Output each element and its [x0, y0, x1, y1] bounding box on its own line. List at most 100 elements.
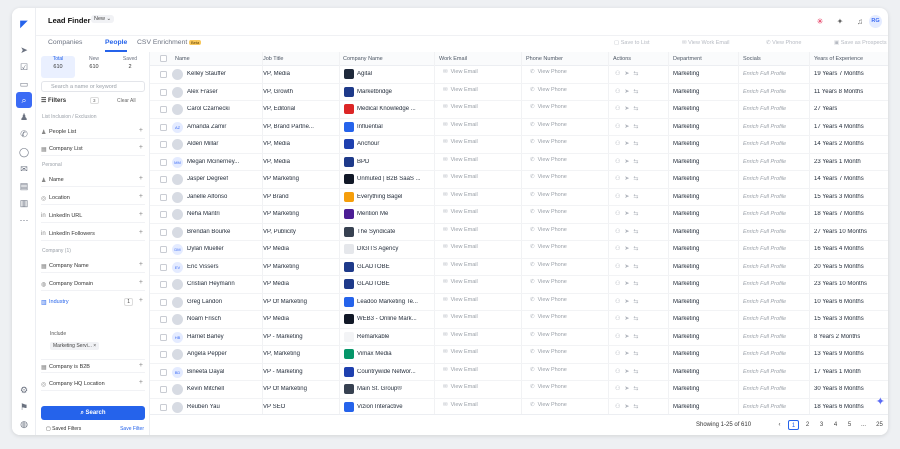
view-email-button[interactable]: ✉ View Email — [443, 209, 478, 219]
row-checkbox[interactable] — [160, 333, 167, 341]
person-name[interactable]: Kevin Mitchell — [187, 386, 259, 392]
add-icon[interactable]: + — [139, 297, 143, 304]
enrich-profile-link[interactable]: Enrich Full Profile — [743, 229, 786, 235]
table-row[interactable]: HB Harriet Barley VP - Marketing Remarkable… — [150, 329, 888, 346]
person-name[interactable]: Eric Vissers — [187, 264, 259, 270]
company-name[interactable]: Marketbridge — [357, 89, 433, 95]
add-contact-icon[interactable]: ⚇ — [615, 316, 624, 322]
table-row[interactable]: Alden Millar VP, Media Anchour ✉ View Email ✆… — [150, 136, 888, 154]
col-socials[interactable]: Socials — [743, 56, 761, 62]
view-email-button[interactable]: ✉ View Email — [443, 69, 478, 79]
row-checkbox[interactable] — [160, 298, 167, 306]
add-icon[interactable]: + — [139, 229, 143, 236]
enrich-profile-link[interactable]: Enrich Full Profile — [743, 264, 786, 270]
view-email-button[interactable]: ✉ View Email — [443, 314, 478, 324]
table-row[interactable]: Alex Fraser VP, Growth Marketbridge ✉ View E… — [150, 84, 888, 101]
row-actions[interactable]: ⚇➤⇆ — [615, 263, 642, 270]
row-checkbox[interactable] — [160, 158, 167, 166]
view-email-button[interactable]: ✉ View Email — [443, 349, 478, 359]
add-contact-icon[interactable]: ⚇ — [615, 211, 624, 217]
more-icon[interactable]: ⋯ — [16, 212, 32, 228]
view-phone-button[interactable]: ✆ View Phone — [530, 314, 567, 324]
view-phone-button[interactable]: ✆ View Phone — [530, 87, 567, 97]
enrich-profile-link[interactable]: Enrich Full Profile — [743, 159, 786, 165]
view-phone-button[interactable]: ✆ View Phone — [530, 157, 567, 167]
filter-company-name[interactable]: ▦ Company Name + — [41, 259, 145, 273]
inbox-icon[interactable]: ▭ — [16, 76, 32, 92]
industry-chip[interactable]: Marketing Servi... × — [50, 342, 100, 350]
add-contact-icon[interactable]: ⚇ — [615, 334, 624, 340]
add-contact-icon[interactable]: ⚇ — [615, 106, 624, 112]
slack-icon[interactable]: ✳ — [814, 16, 826, 28]
settings-icon[interactable]: ⚙ — [16, 382, 32, 398]
page-1[interactable]: 1 — [788, 420, 799, 430]
row-checkbox[interactable] — [160, 211, 167, 218]
bell-icon[interactable]: ♫ — [854, 16, 866, 28]
user-avatar[interactable]: RG — [869, 15, 882, 28]
add-contact-icon[interactable]: ⚇ — [615, 124, 624, 130]
row-checkbox[interactable] — [160, 316, 167, 323]
view-phone-button[interactable]: ✆ View Phone — [530, 367, 567, 377]
enrich-profile-link[interactable]: Enrich Full Profile — [743, 71, 786, 77]
view-email-button[interactable]: ✉ View Email — [443, 227, 478, 237]
row-actions[interactable]: ⚇➤⇆ — [615, 385, 642, 392]
col-company-name[interactable]: Company Name — [343, 56, 383, 62]
person-name[interactable]: Neha Mantri — [187, 211, 259, 217]
person-name[interactable]: Angela Pepper — [187, 351, 259, 357]
row-checkbox[interactable] — [160, 368, 167, 376]
sequence-icon[interactable]: ⇆ — [633, 211, 642, 217]
view-phone-button[interactable]: ✆ View Phone — [530, 402, 567, 412]
add-contact-icon[interactable]: ⚇ — [615, 386, 624, 392]
row-checkbox[interactable] — [160, 386, 167, 393]
add-icon[interactable]: + — [139, 279, 143, 286]
enrich-profile-link[interactable]: Enrich Full Profile — [743, 211, 786, 217]
view-email-button[interactable]: ✉ View Email — [443, 122, 478, 132]
view-phone-button[interactable]: ✆ View Phone — [766, 40, 801, 46]
person-name[interactable]: Dylan Mueller — [187, 246, 259, 252]
view-email-button[interactable]: ✉ View Email — [443, 332, 478, 342]
row-actions[interactable]: ⚇➤⇆ — [615, 175, 642, 182]
mail-icon[interactable]: ✉ — [16, 161, 32, 177]
sequence-icon[interactable]: ⇆ — [633, 71, 642, 77]
new-badge[interactable]: New ⌄ — [91, 15, 115, 23]
company-name[interactable]: Vizion Interactive — [357, 404, 433, 410]
row-actions[interactable]: ⚇➤⇆ — [615, 315, 642, 322]
company-name[interactable]: Medical Knowledge ... — [357, 106, 433, 112]
row-actions[interactable]: ⚇➤⇆ — [615, 350, 642, 357]
view-email-button[interactable]: ✉ View Email — [443, 384, 478, 394]
search-nav-icon[interactable]: ⌕ — [16, 92, 32, 108]
add-icon[interactable]: + — [139, 175, 143, 182]
add-icon[interactable]: + — [139, 144, 143, 151]
filter-industry[interactable]: ▥ Industry 1 + — [41, 295, 145, 311]
view-phone-button[interactable]: ✆ View Phone — [530, 332, 567, 342]
sparkle-icon[interactable]: ✦ — [834, 16, 846, 28]
sequence-icon[interactable]: ⇆ — [633, 106, 642, 112]
add-contact-icon[interactable]: ⚇ — [615, 369, 624, 375]
add-icon[interactable]: + — [139, 362, 143, 369]
filter-linkedin-url[interactable]: in LinkedIn URL + — [41, 209, 145, 223]
enrich-profile-link[interactable]: Enrich Full Profile — [743, 89, 786, 95]
sequence-icon[interactable]: ⇆ — [633, 351, 642, 357]
filter-company-is-b2b[interactable]: ▦ Company is B2B + — [41, 359, 145, 373]
col-job-title[interactable]: Job Title — [263, 56, 283, 62]
row-checkbox[interactable] — [160, 71, 167, 78]
row-checkbox[interactable] — [160, 228, 167, 236]
company-name[interactable]: The Syndicate — [357, 229, 433, 235]
add-icon[interactable]: + — [139, 127, 143, 134]
row-actions[interactable]: ⚇➤⇆ — [615, 403, 642, 410]
enrich-profile-link[interactable]: Enrich Full Profile — [743, 369, 786, 375]
table-row[interactable]: Noam Frisch VP Media WEB3 - Online Mark...… — [150, 311, 888, 329]
person-name[interactable]: Brendan Bourke — [187, 229, 259, 235]
view-phone-button[interactable]: ✆ View Phone — [530, 279, 567, 289]
table-row[interactable]: Janelle Alfonso VP Brand Everything Bagel ✉… — [150, 189, 888, 206]
enrich-profile-link[interactable]: Enrich Full Profile — [743, 141, 786, 147]
person-name[interactable]: Alden Millar — [187, 141, 259, 147]
company-name[interactable]: GLADTOBE — [357, 281, 433, 287]
row-actions[interactable]: ⚇➤⇆ — [615, 140, 642, 147]
ai-assistant-icon[interactable]: ✦ — [876, 395, 885, 408]
person-name[interactable]: Reuben Yau — [187, 404, 259, 410]
company-name[interactable]: GLADTOBE — [357, 264, 433, 270]
add-contact-icon[interactable]: ⚇ — [615, 229, 624, 235]
page-2[interactable]: 2 — [802, 420, 813, 430]
company-name[interactable]: BPD — [357, 159, 433, 165]
